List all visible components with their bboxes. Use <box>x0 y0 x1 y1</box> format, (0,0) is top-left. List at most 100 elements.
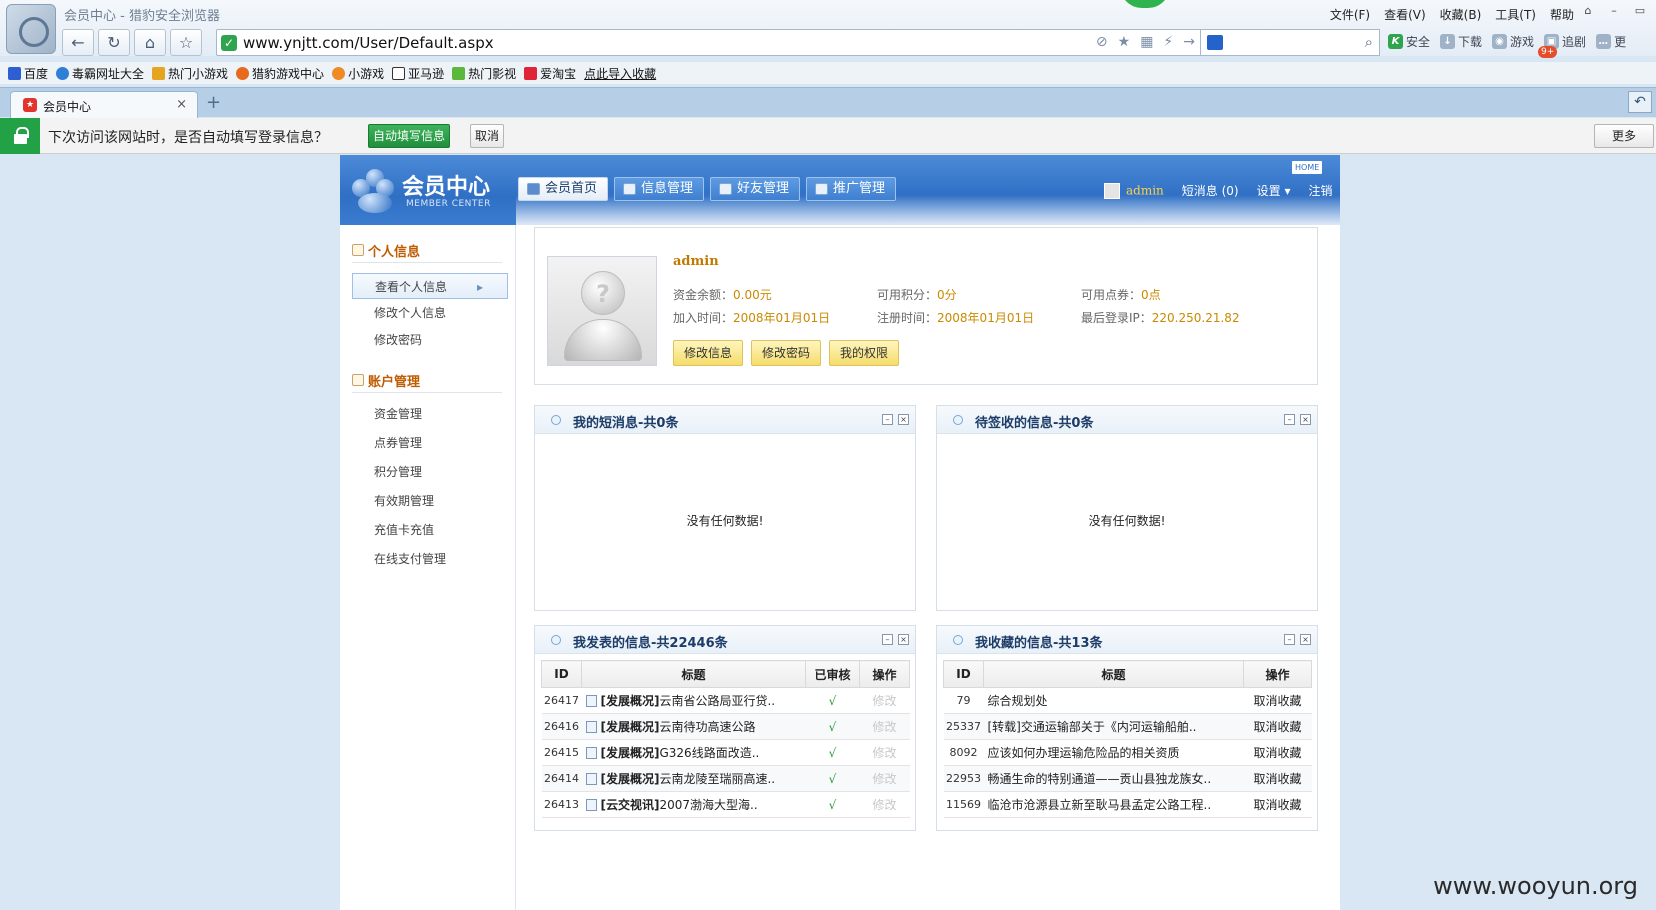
sidebar-item-view-profile[interactable]: 查看个人信息 <box>352 273 508 300</box>
row-title[interactable]: [转载]交通运输部关于《内河运输船舶.. <box>983 713 1244 740</box>
logout-link[interactable]: 注销 <box>1308 182 1332 199</box>
edit-link[interactable]: 修改 <box>859 765 910 792</box>
fav-amazon[interactable]: 亚马逊 <box>392 65 444 82</box>
maximize-icon[interactable]: ▭ <box>1628 2 1652 20</box>
row-title[interactable]: 应该如何办理运输危险品的相关资质 <box>983 739 1244 766</box>
favorites-panel: 我收藏的信息-共13条 – × ID 标题 操作 79 综合规划处 取消收藏 2… <box>936 625 1318 831</box>
sidebar-item-coupons[interactable]: 点券管理 <box>352 430 508 456</box>
back-icon[interactable]: ← <box>62 29 94 56</box>
menu-favorites[interactable]: 收藏(B) <box>1440 6 1482 23</box>
search-engine-icon[interactable] <box>1207 35 1223 50</box>
autofill-button[interactable]: 自动填写信息 <box>368 124 450 148</box>
nav-friends-manage[interactable]: 好友管理 <box>710 177 801 201</box>
star-icon[interactable]: ☆ <box>170 29 202 56</box>
minimize-icon[interactable]: – <box>1602 2 1626 20</box>
minimize-icon[interactable]: – <box>1284 414 1295 425</box>
balance-field: 资金余额：0.00元 <box>673 288 772 302</box>
row-title[interactable]: [发展概况]云南待功高速公路 <box>581 713 806 740</box>
close-icon[interactable]: × <box>1300 414 1311 425</box>
unfavorite-link[interactable]: 取消收藏 <box>1243 791 1312 818</box>
row-title[interactable]: 综合规划处 <box>983 687 1244 714</box>
minimize-icon[interactable]: – <box>1284 634 1295 645</box>
user-link[interactable]: admin <box>1104 182 1164 199</box>
fav-duba[interactable]: 毒霸网址大全 <box>56 65 144 82</box>
cheetah-icon <box>236 66 250 80</box>
tab-label: 会员中心 <box>43 100 92 114</box>
sidebar-item-online-payment[interactable]: 在线支付管理 <box>352 546 508 572</box>
sidebar-item-funds[interactable]: 资金管理 <box>352 401 508 427</box>
menu-help[interactable]: 帮助 <box>1550 6 1574 23</box>
refresh-icon[interactable]: ↻ <box>98 29 130 56</box>
fav-minigames[interactable]: 热门小游戏 <box>152 65 228 82</box>
table-row: 79 综合规划处 取消收藏 <box>943 687 1312 714</box>
unfavorite-link[interactable]: 取消收藏 <box>1243 713 1312 740</box>
bookmark-star-icon[interactable]: ★ <box>1118 34 1131 50</box>
sidebar-item-validity[interactable]: 有效期管理 <box>352 488 508 514</box>
tab-member-center[interactable]: ★ 会员中心 × <box>10 91 198 118</box>
home-link[interactable]: HOME <box>1292 161 1323 174</box>
undo-close-icon[interactable]: ↶ <box>1628 91 1652 113</box>
edit-link[interactable]: 修改 <box>859 739 910 766</box>
sidebar-item-change-password[interactable]: 修改密码 <box>352 327 508 353</box>
edit-info-button[interactable]: 修改信息 <box>673 340 744 366</box>
search-icon[interactable]: ⌕ <box>1365 33 1373 51</box>
unfavorite-link[interactable]: 取消收藏 <box>1243 739 1312 766</box>
block-icon[interactable]: ⊘ <box>1096 34 1108 50</box>
unfavorite-link[interactable]: 取消收藏 <box>1243 765 1312 792</box>
address-url[interactable]: www.ynjtt.com/User/Default.aspx <box>243 34 494 52</box>
row-title[interactable]: [发展概况]云南龙陵至瑞丽高速.. <box>581 765 806 792</box>
edit-link[interactable]: 修改 <box>859 713 910 740</box>
tool-more[interactable]: … 更 <box>1596 33 1626 50</box>
search-box[interactable]: ⌕ <box>1200 29 1380 56</box>
change-password-button[interactable]: 修改密码 <box>751 340 822 366</box>
fav-import-link[interactable]: 点此导入收藏 <box>584 65 656 82</box>
minimize-icon[interactable]: – <box>882 414 893 425</box>
nav-info-manage[interactable]: 信息管理 <box>614 177 705 201</box>
minimize-icon[interactable]: – <box>882 634 893 645</box>
settings-menu[interactable]: 设置 ▾ <box>1257 182 1291 199</box>
skin-icon[interactable]: ⌂ <box>1576 2 1600 20</box>
nav-member-home[interactable]: 会员首页 <box>518 177 609 201</box>
sidebar-item-edit-profile[interactable]: 修改个人信息 <box>352 300 508 326</box>
row-title[interactable]: 临沧市沧源县立新至耿马县孟定公路工程.. <box>983 791 1244 818</box>
approved-check: √ <box>805 739 860 766</box>
infobar-more-button[interactable]: 更多 <box>1594 124 1654 148</box>
close-icon[interactable]: × <box>898 414 909 425</box>
fav-baidu[interactable]: 百度 <box>8 65 48 82</box>
row-title[interactable]: [发展概况]G326线路面改造.. <box>581 739 806 766</box>
fav-gamecenter[interactable]: 猎豹游戏中心 <box>236 65 324 82</box>
fav-smallgames[interactable]: 小游戏 <box>332 65 384 82</box>
tool-games[interactable]: ◉ 游戏 <box>1492 33 1534 50</box>
row-title[interactable]: [云交视讯]2007渤海大型海.. <box>581 791 806 818</box>
my-permissions-button[interactable]: 我的权限 <box>829 340 900 366</box>
unfavorite-link[interactable]: 取消收藏 <box>1243 687 1312 714</box>
sidebar-item-points[interactable]: 积分管理 <box>352 459 508 485</box>
edit-link[interactable]: 修改 <box>859 791 910 818</box>
infobar-cancel-button[interactable]: 取消 <box>470 124 504 148</box>
row-title[interactable]: 畅通生命的特别通道——贡山县独龙族女.. <box>983 765 1244 792</box>
bullet-icon <box>551 415 561 425</box>
forward-icon[interactable]: → <box>1183 34 1195 50</box>
fav-movies[interactable]: 热门影视 <box>452 65 516 82</box>
menu-view[interactable]: 查看(V) <box>1384 6 1426 23</box>
row-title[interactable]: [发展概况]云南省公路局亚行贷.. <box>581 687 806 714</box>
new-tab-icon[interactable]: + <box>206 92 221 113</box>
home-icon[interactable]: ⌂ <box>134 29 166 56</box>
sidebar-item-card-recharge[interactable]: 充值卡充值 <box>352 517 508 543</box>
close-icon[interactable]: × <box>176 97 187 112</box>
autofill-infobar: 下次访问该网站时，是否自动填写登录信息？ 自动填写信息 取消 更多 <box>0 118 1656 154</box>
tool-download[interactable]: ↓ 下载 <box>1440 33 1482 50</box>
close-icon[interactable]: × <box>1300 634 1311 645</box>
nav-promo-manage[interactable]: 推广管理 <box>806 177 897 201</box>
fav-taobao[interactable]: 爱淘宝 <box>524 65 576 82</box>
grid-icon[interactable]: ▦ <box>1140 34 1153 50</box>
messages-link[interactable]: 短消息 (0) <box>1182 182 1239 199</box>
close-icon[interactable]: × <box>898 634 909 645</box>
home-icon <box>527 183 540 195</box>
menu-file[interactable]: 文件(F) <box>1330 6 1370 23</box>
flash-icon[interactable]: ⚡ <box>1163 34 1173 50</box>
address-bar[interactable]: ✓ www.ynjtt.com/User/Default.aspx ⊘ ★ ▦ … <box>216 29 1202 56</box>
edit-link[interactable]: 修改 <box>859 687 910 714</box>
menu-tools[interactable]: 工具(T) <box>1495 6 1536 23</box>
tool-security[interactable]: K 安全 <box>1388 33 1430 50</box>
